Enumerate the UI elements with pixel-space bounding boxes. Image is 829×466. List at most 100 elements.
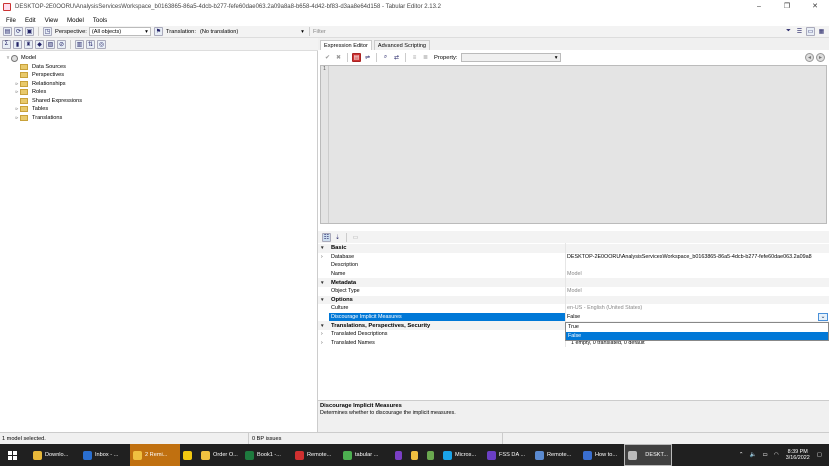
taskbar-item[interactable]: [408, 444, 424, 466]
chevron-down-icon[interactable]: ▾: [321, 245, 324, 251]
replace-icon[interactable]: ⇄: [392, 53, 401, 62]
tree-item-perspectives[interactable]: Perspectives: [14, 71, 64, 79]
property-pages-icon[interactable]: ▭: [351, 233, 360, 242]
close-button[interactable]: ✕: [801, 0, 829, 14]
taskbar-item[interactable]: tabular ...: [340, 444, 392, 466]
chevron-right-icon[interactable]: ›: [321, 340, 323, 346]
taskbar-item[interactable]: [424, 444, 440, 466]
perspective-select[interactable]: (All objects) ▾: [88, 27, 151, 36]
property-row[interactable]: Culture en-US - English (United States): [318, 304, 829, 313]
tab-advanced-scripting[interactable]: Advanced Scripting: [373, 40, 431, 50]
tree-toolbar: Σ ▮ ♜ ◆ ▨ ⊘ ▥ ⇅ ◎: [0, 38, 318, 51]
cube-icon[interactable]: ◆: [35, 39, 44, 49]
chevron-down-icon[interactable]: ▾: [321, 280, 324, 286]
taskbar-item[interactable]: Remote...: [292, 444, 340, 466]
alphabetical-icon[interactable]: ⇣: [333, 233, 342, 242]
save-icon[interactable]: ▣: [25, 27, 34, 36]
open-icon[interactable]: ▤: [3, 27, 12, 36]
list-view-icon[interactable]: ☰: [795, 27, 804, 36]
windows-start-icon[interactable]: [4, 444, 20, 466]
tree-label: Roles: [32, 89, 47, 95]
columns-icon[interactable]: ▥: [75, 39, 84, 49]
chevron-down-icon[interactable]: ▾: [321, 297, 324, 303]
taskbar-item[interactable]: [392, 444, 408, 466]
taskbar-item[interactable]: 2 Remi...: [130, 444, 180, 466]
menu-edit[interactable]: Edit: [25, 17, 36, 24]
uncomment-icon[interactable]: ≣: [421, 53, 430, 62]
tree-item-translations[interactable]: ▹ Translations: [14, 114, 62, 122]
sort-icon[interactable]: ⇅: [86, 39, 95, 49]
dropdown-toggle-button[interactable]: ⌄: [818, 312, 828, 322]
maximize-button[interactable]: ❐: [773, 0, 801, 14]
forward-icon[interactable]: ▸: [816, 53, 825, 62]
chevron-right-icon[interactable]: ›: [321, 254, 323, 260]
grid-view-icon[interactable]: ▦: [817, 27, 826, 36]
status-bp-issues[interactable]: 0 BP issues: [252, 436, 281, 442]
property-row[interactable]: Object Type Model: [318, 287, 829, 296]
tree-item-relationships[interactable]: ▹ Relationships: [14, 80, 66, 88]
tree-root[interactable]: ▿ Model: [5, 54, 36, 62]
refresh-icon[interactable]: ⟳: [14, 27, 23, 36]
network-icon[interactable]: ▭: [760, 444, 771, 466]
menu-file[interactable]: File: [6, 17, 16, 24]
property-row-selected[interactable]: Discourage Implicit Measures False ⌄: [318, 312, 829, 322]
hierarchy-icon[interactable]: ♜: [24, 39, 33, 49]
category-metadata[interactable]: ▾ Metadata: [318, 278, 829, 287]
format-icon[interactable]: ⇌: [363, 53, 372, 62]
filter-input[interactable]: Filter: [313, 29, 783, 35]
wifi-icon[interactable]: ◠: [771, 444, 782, 466]
property-row[interactable]: Description: [318, 261, 829, 270]
taskbar-item[interactable]: How to...: [580, 444, 624, 466]
menu-view[interactable]: View: [45, 17, 58, 24]
taskbar-item[interactable]: Remote...: [532, 444, 580, 466]
funnel-icon[interactable]: ⏷: [784, 27, 793, 36]
taskbar-item[interactable]: Book1 -...: [242, 444, 292, 466]
comment-icon[interactable]: ≡: [410, 53, 419, 62]
find-icon[interactable]: ⌕: [381, 53, 390, 62]
taskbar-item[interactable]: Order O...: [198, 444, 242, 466]
expression-editor[interactable]: 1: [320, 65, 827, 224]
property-value[interactable]: False: [567, 314, 580, 320]
column-icon[interactable]: ▮: [13, 39, 22, 49]
description-title: Discourage Implicit Measures: [320, 403, 402, 409]
dax-icon[interactable]: ▤: [352, 53, 361, 62]
categorized-icon[interactable]: ☷: [322, 232, 331, 242]
check-icon[interactable]: ✔: [323, 53, 332, 62]
property-row[interactable]: › Database DESKTOP-2E0OORU\AnalysisServi…: [318, 253, 829, 262]
category-basic[interactable]: ▾ Basic: [318, 244, 829, 253]
taskbar-item[interactable]: FSS DA ...: [484, 444, 532, 466]
back-icon[interactable]: ◂: [805, 53, 814, 62]
menu-tools[interactable]: Tools: [93, 17, 107, 24]
display-folder-icon[interactable]: ◎: [97, 39, 106, 49]
category-options[interactable]: ▾ Options: [318, 295, 829, 305]
taskbar-item[interactable]: Micros...: [440, 444, 484, 466]
tree-item-data-sources[interactable]: Data Sources: [14, 63, 66, 71]
property-value[interactable]: DESKTOP-2E0OORU\AnalysisServicesWorkspac…: [567, 254, 812, 260]
sigma-icon[interactable]: Σ: [2, 39, 11, 49]
tree-item-shared-expressions[interactable]: Shared Expressions: [14, 97, 82, 105]
taskbar-item[interactable]: DESKT...: [624, 444, 672, 466]
taskbar-item[interactable]: [180, 444, 198, 466]
dropdown-option-false[interactable]: False: [566, 331, 828, 340]
tree-item-roles[interactable]: ▹ Roles: [14, 88, 46, 96]
tab-expression-editor[interactable]: Expression Editor: [320, 40, 372, 50]
dropdown-option-true[interactable]: True: [566, 323, 828, 332]
menu-model[interactable]: Model: [67, 17, 84, 24]
taskbar-item[interactable]: Downlo...: [30, 444, 80, 466]
pane-toggle-icon[interactable]: ▭: [805, 27, 815, 36]
notification-icon[interactable]: ▢: [814, 444, 825, 466]
image-icon[interactable]: ▨: [46, 39, 55, 49]
minimize-button[interactable]: –: [745, 0, 773, 14]
property-select[interactable]: ▾: [460, 53, 561, 62]
clock[interactable]: 8:39 PM 3/16/2022: [782, 449, 814, 461]
property-row[interactable]: Name Model: [318, 270, 829, 279]
chevron-up-icon[interactable]: ⌃: [736, 444, 747, 466]
tree-item-tables[interactable]: ▹ Tables: [14, 105, 48, 113]
hidden-icon[interactable]: ⊘: [57, 39, 66, 49]
chevron-down-icon[interactable]: ▾: [321, 323, 324, 329]
volume-icon[interactable]: 🔈: [747, 444, 760, 466]
translation-select[interactable]: (No translation) ▾: [198, 27, 306, 36]
taskbar-item[interactable]: Inbox - ...: [80, 444, 130, 466]
cancel-icon[interactable]: ✖: [334, 53, 343, 62]
chevron-right-icon[interactable]: ›: [321, 331, 323, 337]
